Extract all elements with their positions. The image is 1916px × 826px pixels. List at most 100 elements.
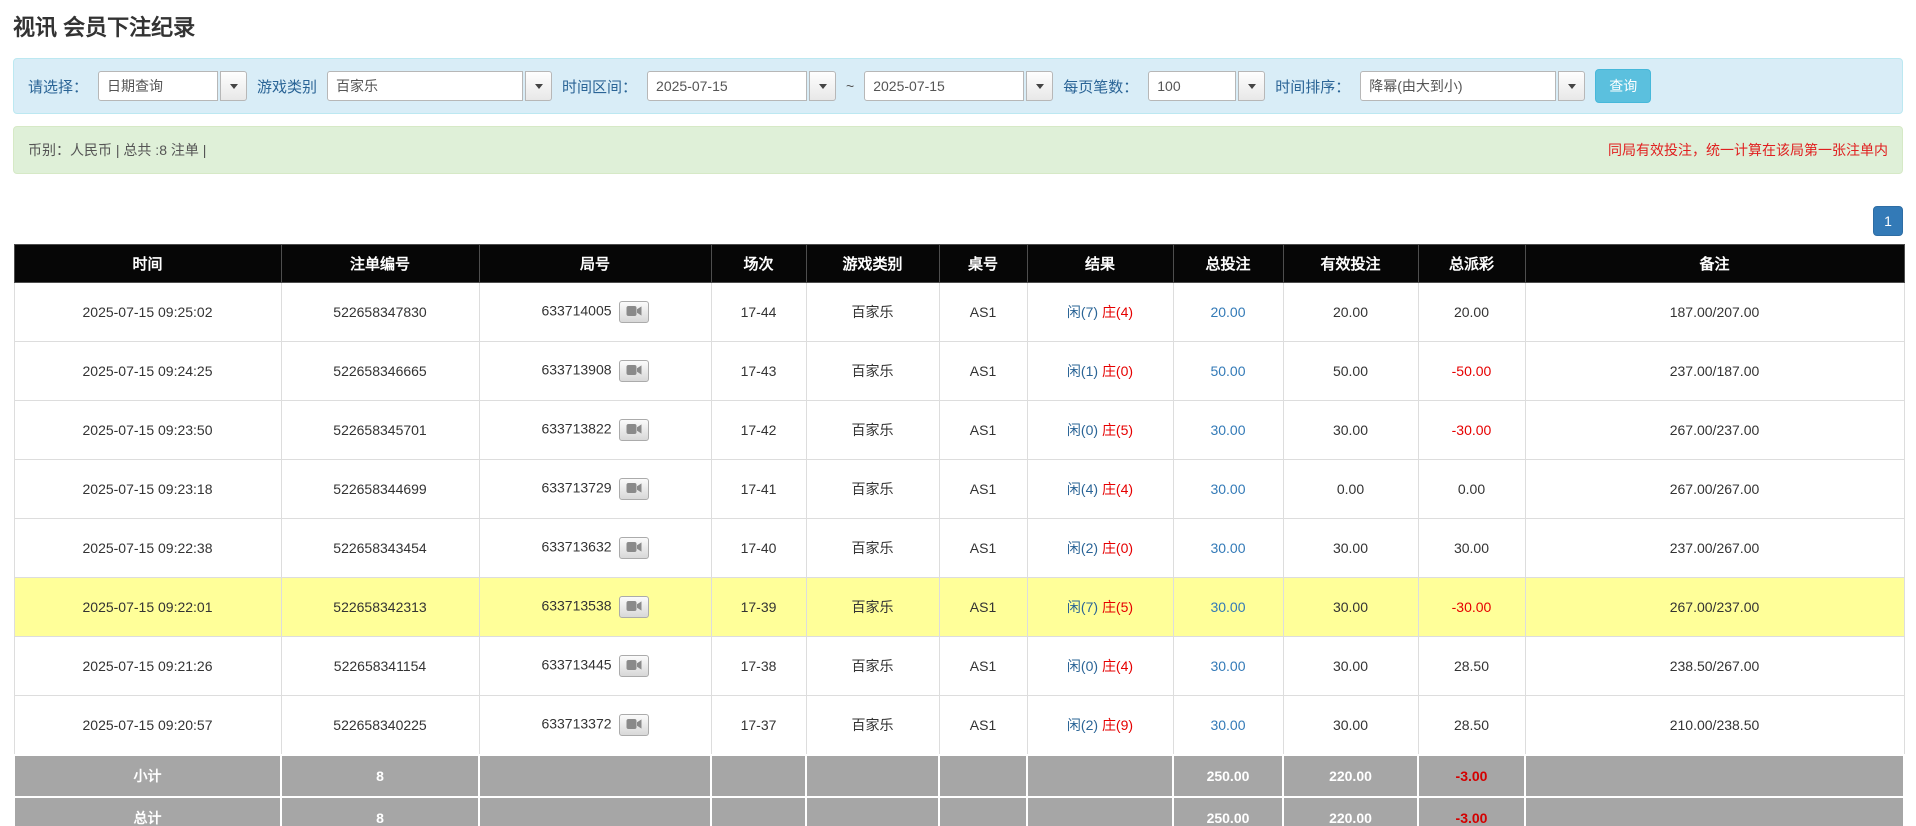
column-header: 游戏类别 <box>805 244 940 283</box>
column-header: 桌号 <box>938 244 1028 283</box>
table-row: 2025-07-15 09:24:25 522658346665 633713908… <box>13 341 1905 401</box>
date-to-dropdown-button[interactable] <box>1026 71 1054 101</box>
cell-table-no: AS1 <box>938 459 1028 519</box>
cell-round-id: 633713729 <box>478 459 712 519</box>
footer-result <box>1026 796 1174 826</box>
total-bet-link[interactable]: 50.00 <box>1210 363 1245 379</box>
time-sort-input[interactable] <box>1360 71 1557 101</box>
cell-total-bet: 30.00 <box>1172 400 1284 460</box>
game-type-input[interactable] <box>327 71 524 101</box>
result-banker: 庄(5) <box>1101 422 1134 438</box>
footer-payout: -3.00 <box>1417 796 1526 826</box>
footer-session <box>710 796 807 826</box>
page-size-combobox <box>1148 71 1266 101</box>
result-banker: 庄(4) <box>1101 304 1134 320</box>
video-replay-button[interactable] <box>618 655 649 677</box>
total-bet-link[interactable]: 30.00 <box>1210 481 1245 497</box>
column-header: 结果 <box>1026 244 1174 283</box>
cell-payout: 0.00 <box>1417 459 1526 519</box>
column-header: 场次 <box>710 244 807 283</box>
date-from-dropdown-button[interactable] <box>809 71 837 101</box>
game-type-dropdown-button[interactable] <box>525 71 553 101</box>
column-header: 备注 <box>1524 244 1905 283</box>
page: 视讯 会员下注纪录 请选择： 游戏类别 时间区间： ~ 每页笔数： 时间排序： <box>0 0 1916 826</box>
result-banker: 庄(0) <box>1101 540 1134 556</box>
time-sort-dropdown-button[interactable] <box>1558 71 1586 101</box>
date-from-input[interactable] <box>647 71 808 101</box>
result-banker: 庄(0) <box>1101 363 1134 379</box>
cell-result: 闲(7) 庄(4) <box>1026 282 1174 342</box>
video-replay-button[interactable] <box>618 478 649 500</box>
chevron-down-icon <box>229 83 238 89</box>
table-row: 2025-07-15 09:22:01 522658342313 633713538… <box>13 577 1905 637</box>
result-player: 闲(0) <box>1066 658 1099 674</box>
page-size-input[interactable] <box>1148 71 1237 101</box>
result-player: 闲(0) <box>1066 422 1099 438</box>
cell-table-no: AS1 <box>938 282 1028 342</box>
cell-valid-bet: 30.00 <box>1282 636 1419 696</box>
column-header: 时间 <box>13 244 282 283</box>
cell-result: 闲(1) 庄(0) <box>1026 341 1174 401</box>
result-player: 闲(2) <box>1066 540 1099 556</box>
cell-table-no: AS1 <box>938 695 1028 756</box>
cell-game-type: 百家乐 <box>805 282 940 342</box>
video-replay-button[interactable] <box>618 714 649 736</box>
video-replay-button[interactable] <box>618 301 649 323</box>
date-from-combobox <box>647 71 837 101</box>
total-bet-link[interactable]: 30.00 <box>1210 717 1245 733</box>
cell-result: 闲(2) 庄(0) <box>1026 518 1174 578</box>
date-to-input[interactable] <box>864 71 1025 101</box>
footer-session <box>710 754 807 798</box>
column-header: 有效投注 <box>1282 244 1419 283</box>
result-banker: 庄(4) <box>1101 658 1134 674</box>
video-replay-button[interactable] <box>618 537 649 559</box>
footer-game <box>805 796 940 826</box>
game-type-combobox <box>327 71 553 101</box>
video-replay-button[interactable] <box>618 596 649 618</box>
cell-game-type: 百家乐 <box>805 341 940 401</box>
video-camera-icon <box>626 483 642 493</box>
footer-table <box>938 796 1028 826</box>
cell-session: 17-41 <box>710 459 807 519</box>
chevron-down-icon <box>1567 83 1576 89</box>
cell-round-id: 633713372 <box>478 695 712 756</box>
cell-bet-id: 522658341154 <box>280 636 480 696</box>
video-replay-button[interactable] <box>618 419 649 441</box>
cell-payout: 30.00 <box>1417 518 1526 578</box>
search-button[interactable]: 查询 <box>1595 69 1652 103</box>
date-to-combobox <box>864 71 1054 101</box>
cell-note: 238.50/267.00 <box>1524 636 1905 696</box>
total-bet-link[interactable]: 20.00 <box>1210 304 1245 320</box>
cell-session: 17-42 <box>710 400 807 460</box>
page-1-button[interactable]: 1 <box>1873 206 1903 236</box>
video-replay-button[interactable] <box>618 360 649 382</box>
round-id-text: 633713372 <box>541 715 612 732</box>
total-bet-link[interactable]: 30.00 <box>1210 540 1245 556</box>
total-bet-link[interactable]: 30.00 <box>1210 422 1245 438</box>
cell-bet-id: 522658345701 <box>280 400 480 460</box>
query-type-dropdown-button[interactable] <box>220 71 248 101</box>
footer-game <box>805 754 940 798</box>
cell-bet-id: 522658343454 <box>280 518 480 578</box>
video-camera-icon <box>626 365 642 375</box>
result-player: 闲(1) <box>1066 363 1099 379</box>
pagination-top: 1 <box>13 206 1903 236</box>
footer-total-bet: 250.00 <box>1172 796 1284 826</box>
cell-session: 17-44 <box>710 282 807 342</box>
cell-total-bet: 30.00 <box>1172 695 1284 756</box>
cell-valid-bet: 20.00 <box>1282 282 1419 342</box>
query-type-input[interactable] <box>98 71 219 101</box>
cell-valid-bet: 30.00 <box>1282 518 1419 578</box>
total-bet-link[interactable]: 30.00 <box>1210 658 1245 674</box>
page-size-dropdown-button[interactable] <box>1238 71 1266 101</box>
time-sort-label: 时间排序： <box>1275 78 1351 96</box>
video-camera-icon <box>626 542 642 552</box>
page-title: 视讯 会员下注纪录 <box>13 15 196 40</box>
total-bet-link[interactable]: 30.00 <box>1210 599 1245 615</box>
cell-game-type: 百家乐 <box>805 400 940 460</box>
notice-text: 同局有效投注，统一计算在该局第一张注单内 <box>1608 142 1888 158</box>
game-type-label: 游戏类别 <box>257 78 318 96</box>
footer-valid-bet: 220.00 <box>1282 796 1419 826</box>
chevron-down-icon <box>1247 83 1256 89</box>
cell-round-id: 633713445 <box>478 636 712 696</box>
